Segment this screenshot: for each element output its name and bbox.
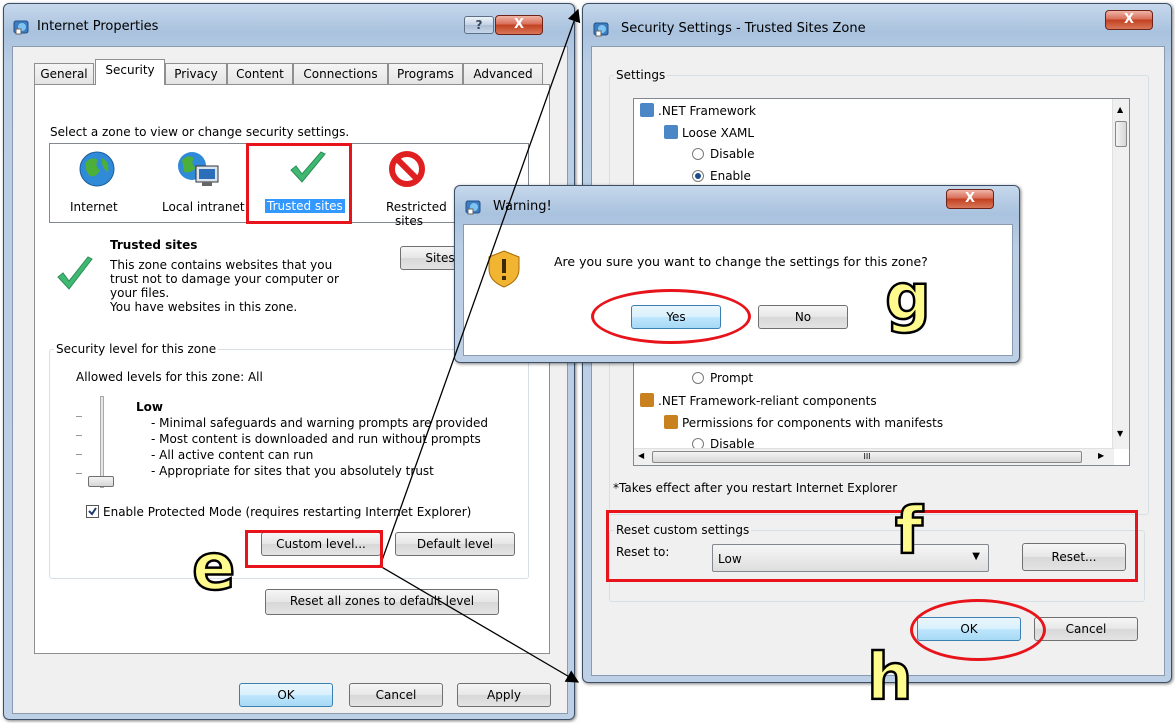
highlight-ok-button (910, 599, 1046, 661)
annotation-letter-f: f (894, 495, 924, 569)
arrow-to-settings-top (379, 8, 581, 567)
annotation-letter-h: h (866, 641, 914, 715)
highlight-custom-level (245, 530, 383, 568)
highlight-trusted-sites (246, 143, 352, 224)
annotation-letter-e: e (191, 531, 237, 605)
arrow-to-settings-bottom (379, 565, 580, 683)
tab-security[interactable]: Security (95, 59, 165, 85)
highlight-yes-button (591, 289, 751, 344)
highlight-reset-custom-settings (606, 510, 1138, 582)
annotation-letter-g: g (884, 261, 932, 335)
